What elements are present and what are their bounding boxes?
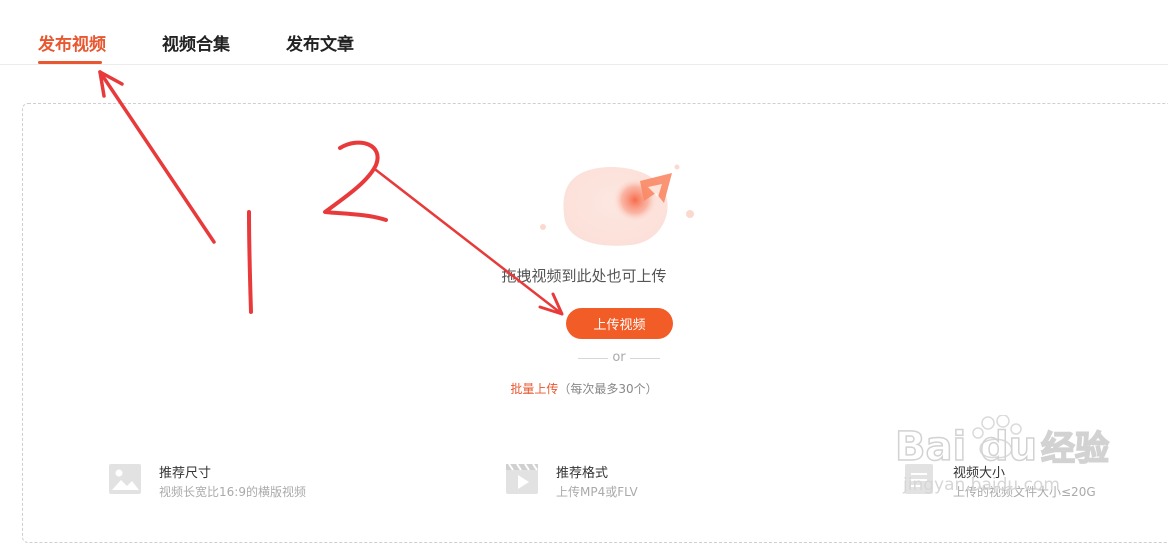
baidu-jingyan-watermark: Bai du 经验 jingyan.baidu.com bbox=[895, 415, 1110, 495]
svg-text:du: du bbox=[980, 424, 1037, 470]
upload-illustration bbox=[540, 164, 694, 246]
active-tab-indicator bbox=[38, 61, 102, 64]
or-divider: or bbox=[578, 350, 660, 368]
spec-title: 推荐格式 bbox=[556, 466, 609, 481]
svg-text:经验: 经验 bbox=[1041, 429, 1109, 469]
batch-upload-note: （每次最多30个） bbox=[558, 382, 658, 396]
spec-title: 推荐尺寸 bbox=[159, 466, 212, 481]
tab-bar: 发布视频 视频合集 发布文章 bbox=[0, 0, 1168, 65]
svg-text:Bai: Bai bbox=[895, 424, 966, 470]
video-file-icon bbox=[506, 463, 538, 494]
image-icon bbox=[109, 464, 141, 494]
spec-recommended-size: 推荐尺寸 视频长宽比16:9的横版视频 bbox=[108, 462, 368, 502]
tab-publish-video[interactable]: 发布视频 bbox=[38, 34, 106, 56]
batch-upload-link[interactable]: 批量上传 bbox=[510, 382, 558, 396]
divider-line-right bbox=[630, 358, 660, 359]
tab-publish-article[interactable]: 发布文章 bbox=[286, 34, 354, 56]
spec-recommended-format: 推荐格式 上传MP4或FLV bbox=[505, 462, 765, 502]
tab-video-collection[interactable]: 视频合集 bbox=[162, 34, 230, 56]
spec-description: 上传MP4或FLV bbox=[556, 485, 638, 499]
batch-upload-row: 批量上传（每次最多30个） bbox=[0, 380, 1168, 397]
svg-text:jingyan.baidu.com: jingyan.baidu.com bbox=[902, 475, 1060, 495]
spec-description: 视频长宽比16:9的横版视频 bbox=[159, 485, 306, 499]
upload-video-button[interactable]: 上传视频 bbox=[566, 308, 673, 339]
drag-hint-text: 拖拽视频到此处也可上传 bbox=[501, 267, 667, 285]
